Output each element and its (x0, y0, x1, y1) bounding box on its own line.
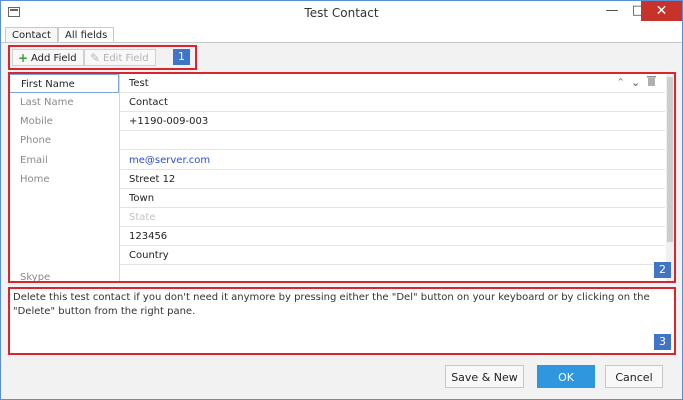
dialog-window: Test Contact — □ ✕ Contact All fields + … (0, 0, 683, 400)
ok-button[interactable]: OK (537, 365, 595, 388)
badge-fields: 2 (654, 262, 671, 278)
tab-strip: Contact All fields (1, 25, 682, 43)
highlight-box-description (8, 287, 676, 355)
tab-contact[interactable]: Contact (5, 27, 58, 42)
window-title: Test Contact (304, 6, 379, 20)
cancel-button[interactable]: Cancel (605, 365, 663, 388)
highlight-box-toolbar (8, 45, 197, 70)
badge-description: 3 (654, 334, 671, 350)
minimize-button[interactable]: — (598, 1, 626, 21)
button-bar: Save & New OK Cancel (1, 357, 682, 399)
badge-toolbar: 1 (173, 49, 190, 65)
close-button[interactable]: ✕ (641, 1, 682, 21)
tab-all-fields[interactable]: All fields (58, 27, 115, 42)
title-bar[interactable]: Test Contact — □ ✕ (1, 1, 682, 25)
highlight-box-fields (8, 72, 676, 283)
save-new-button[interactable]: Save & New (445, 365, 524, 388)
